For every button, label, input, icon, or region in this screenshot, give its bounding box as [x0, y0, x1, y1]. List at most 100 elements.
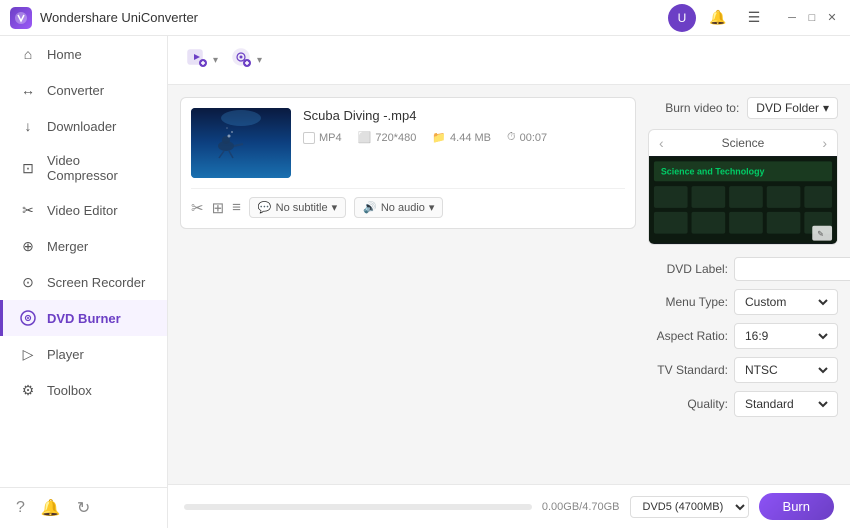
tv-standard-select[interactable]: NTSC PAL	[734, 357, 838, 383]
menu-type-select-input[interactable]: Custom None Template	[741, 294, 831, 310]
sidebar: ⌂ Home ↔ Converter ↓ Downloader ⊡ Video …	[0, 36, 168, 528]
dvd-label-input[interactable]	[734, 257, 850, 281]
quality-select-input[interactable]: Standard High Low	[741, 396, 831, 412]
preview-nav: ‹ Science ›	[649, 130, 837, 156]
quality-label: Quality:	[648, 397, 728, 411]
app-logo	[10, 7, 32, 29]
video-meta: MP4 ⬜ 720*480 📁 4.44 MB	[303, 131, 625, 144]
recorder-icon: ⊙	[19, 273, 37, 291]
format-check	[303, 132, 315, 144]
aspect-ratio-select-input[interactable]: 16:9 4:3	[741, 328, 831, 344]
video-card-top: Scuba Diving -.mp4 MP4 ⬜ 720*480	[191, 108, 625, 178]
maximize-button[interactable]: □	[804, 10, 820, 26]
preview-prev-arrow[interactable]: ‹	[659, 135, 664, 151]
burn-to-label: Burn video to:	[665, 101, 739, 115]
settings-section: DVD Label: Menu Type: Custom None Templa…	[648, 257, 838, 425]
window-controls: ─ □ ✕	[784, 10, 840, 26]
add-video-chevron: ▾	[213, 55, 218, 66]
sync-icon[interactable]: ↻	[77, 498, 90, 518]
menu-type-select[interactable]: Custom None Template	[734, 289, 838, 315]
minimize-button[interactable]: ─	[784, 10, 800, 26]
tv-standard-row: TV Standard: NTSC PAL	[648, 357, 838, 383]
add-video-button[interactable]: ▾	[184, 44, 220, 76]
player-icon: ▷	[19, 345, 37, 363]
sidebar-item-downloader[interactable]: ↓ Downloader	[0, 108, 167, 144]
sidebar-item-screen-recorder[interactable]: ⊙ Screen Recorder	[0, 264, 167, 300]
tv-standard-select-input[interactable]: NTSC PAL	[741, 362, 831, 378]
preview-label: Science	[722, 136, 765, 150]
menu-icon[interactable]: ≡	[232, 199, 241, 216]
subtitle-icon: 💬	[258, 201, 272, 214]
help-icon[interactable]: ?	[16, 499, 25, 517]
menu-type-label: Menu Type:	[648, 295, 728, 309]
video-card-bottom: ✂ ⊞ ≡ 💬 No subtitle ▾ 🔊 No audio ▾	[191, 188, 625, 218]
content-area: ▾ ▾	[168, 36, 850, 528]
audio-select[interactable]: 🔊 No audio ▾	[354, 197, 443, 218]
video-resolution: ⬜ 720*480	[358, 131, 417, 144]
title-bar-controls: U 🔔 ☰ ─ □ ✕	[668, 4, 840, 32]
sidebar-item-player[interactable]: ▷ Player	[0, 336, 167, 372]
video-duration: ⏱ 00:07	[507, 131, 547, 144]
preview-next-arrow[interactable]: ›	[822, 135, 827, 151]
sidebar-item-video-compressor[interactable]: ⊡ Video Compressor	[0, 144, 167, 192]
add-chapter-button[interactable]: ▾	[228, 44, 264, 76]
video-format: MP4	[303, 131, 342, 144]
main-layout: ⌂ Home ↔ Converter ↓ Downloader ⊡ Video …	[0, 36, 850, 528]
sidebar-item-toolbox[interactable]: ⚙ Toolbox	[0, 372, 167, 408]
video-list-panel: Scuba Diving -.mp4 MP4 ⬜ 720*480	[180, 97, 636, 472]
dvd-label-label: DVD Label:	[648, 262, 728, 276]
downloader-icon: ↓	[19, 117, 37, 135]
add-chapter-chevron: ▾	[257, 55, 262, 66]
dvd-burner-icon	[19, 309, 37, 327]
disk-type-select[interactable]: DVD5 (4700MB) DVD9 (8500MB)	[630, 496, 749, 518]
add-chapter-icon	[230, 46, 252, 74]
scissors-icon[interactable]: ✂	[191, 199, 204, 217]
sidebar-item-video-editor[interactable]: ✂ Video Editor	[0, 192, 167, 228]
add-video-icon	[186, 46, 208, 74]
video-title: Scuba Diving -.mp4	[303, 108, 625, 123]
menu-icon[interactable]: ☰	[740, 4, 768, 32]
video-thumbnail	[191, 108, 291, 178]
crop-icon[interactable]: ⊞	[212, 199, 225, 217]
preview-card: ‹ Science › Science and Technology	[648, 129, 838, 245]
burn-button[interactable]: Burn	[759, 493, 834, 520]
tv-standard-label: TV Standard:	[648, 363, 728, 377]
quality-row: Quality: Standard High Low	[648, 391, 838, 417]
video-card: Scuba Diving -.mp4 MP4 ⬜ 720*480	[180, 97, 636, 229]
sidebar-item-merger[interactable]: ⊕ Merger	[0, 228, 167, 264]
dvd-label-row: DVD Label:	[648, 257, 838, 281]
video-size: 📁 4.44 MB	[432, 131, 491, 144]
sidebar-item-dvd-burner[interactable]: DVD Burner	[0, 300, 167, 336]
right-panel: Burn video to: DVD Folder ▾ ‹ Science ›	[648, 97, 838, 472]
burn-to-select[interactable]: DVD Folder ▾	[747, 97, 838, 119]
aspect-ratio-label: Aspect Ratio:	[648, 329, 728, 343]
burn-to-chevron: ▾	[823, 101, 829, 115]
quality-select[interactable]: Standard High Low	[734, 391, 838, 417]
aspect-ratio-row: Aspect Ratio: 16:9 4:3	[648, 323, 838, 349]
top-toolbar: ▾ ▾	[168, 36, 850, 85]
sidebar-footer: ? 🔔 ↻	[0, 487, 167, 528]
aspect-ratio-select[interactable]: 16:9 4:3	[734, 323, 838, 349]
subtitle-chevron: ▾	[332, 201, 338, 214]
burn-to-row: Burn video to: DVD Folder ▾	[648, 97, 838, 119]
editor-icon: ✂	[19, 201, 37, 219]
sidebar-item-home[interactable]: ⌂ Home	[0, 36, 167, 72]
close-button[interactable]: ✕	[824, 10, 840, 26]
compressor-icon: ⊡	[19, 159, 37, 177]
sidebar-item-converter[interactable]: ↔ Converter	[0, 72, 167, 108]
toolbox-icon: ⚙	[19, 381, 37, 399]
video-info: Scuba Diving -.mp4 MP4 ⬜ 720*480	[303, 108, 625, 144]
audio-icon: 🔊	[363, 201, 377, 214]
user-avatar[interactable]: U	[668, 4, 696, 32]
work-area: Scuba Diving -.mp4 MP4 ⬜ 720*480	[168, 85, 850, 484]
bell-icon[interactable]: 🔔	[704, 4, 732, 32]
home-icon: ⌂	[19, 45, 37, 63]
svg-text:✎: ✎	[817, 230, 824, 239]
subtitle-select[interactable]: 💬 No subtitle ▾	[249, 197, 346, 218]
bottom-bar: 0.00GB/4.70GB DVD5 (4700MB) DVD9 (8500MB…	[168, 484, 850, 528]
audio-chevron: ▾	[429, 201, 435, 214]
title-bar: Wondershare UniConverter U 🔔 ☰ ─ □ ✕	[0, 0, 850, 36]
menu-type-row: Menu Type: Custom None Template	[648, 289, 838, 315]
notification-icon[interactable]: 🔔	[41, 498, 61, 518]
preview-thumbnail: Science and Technology	[649, 156, 837, 244]
